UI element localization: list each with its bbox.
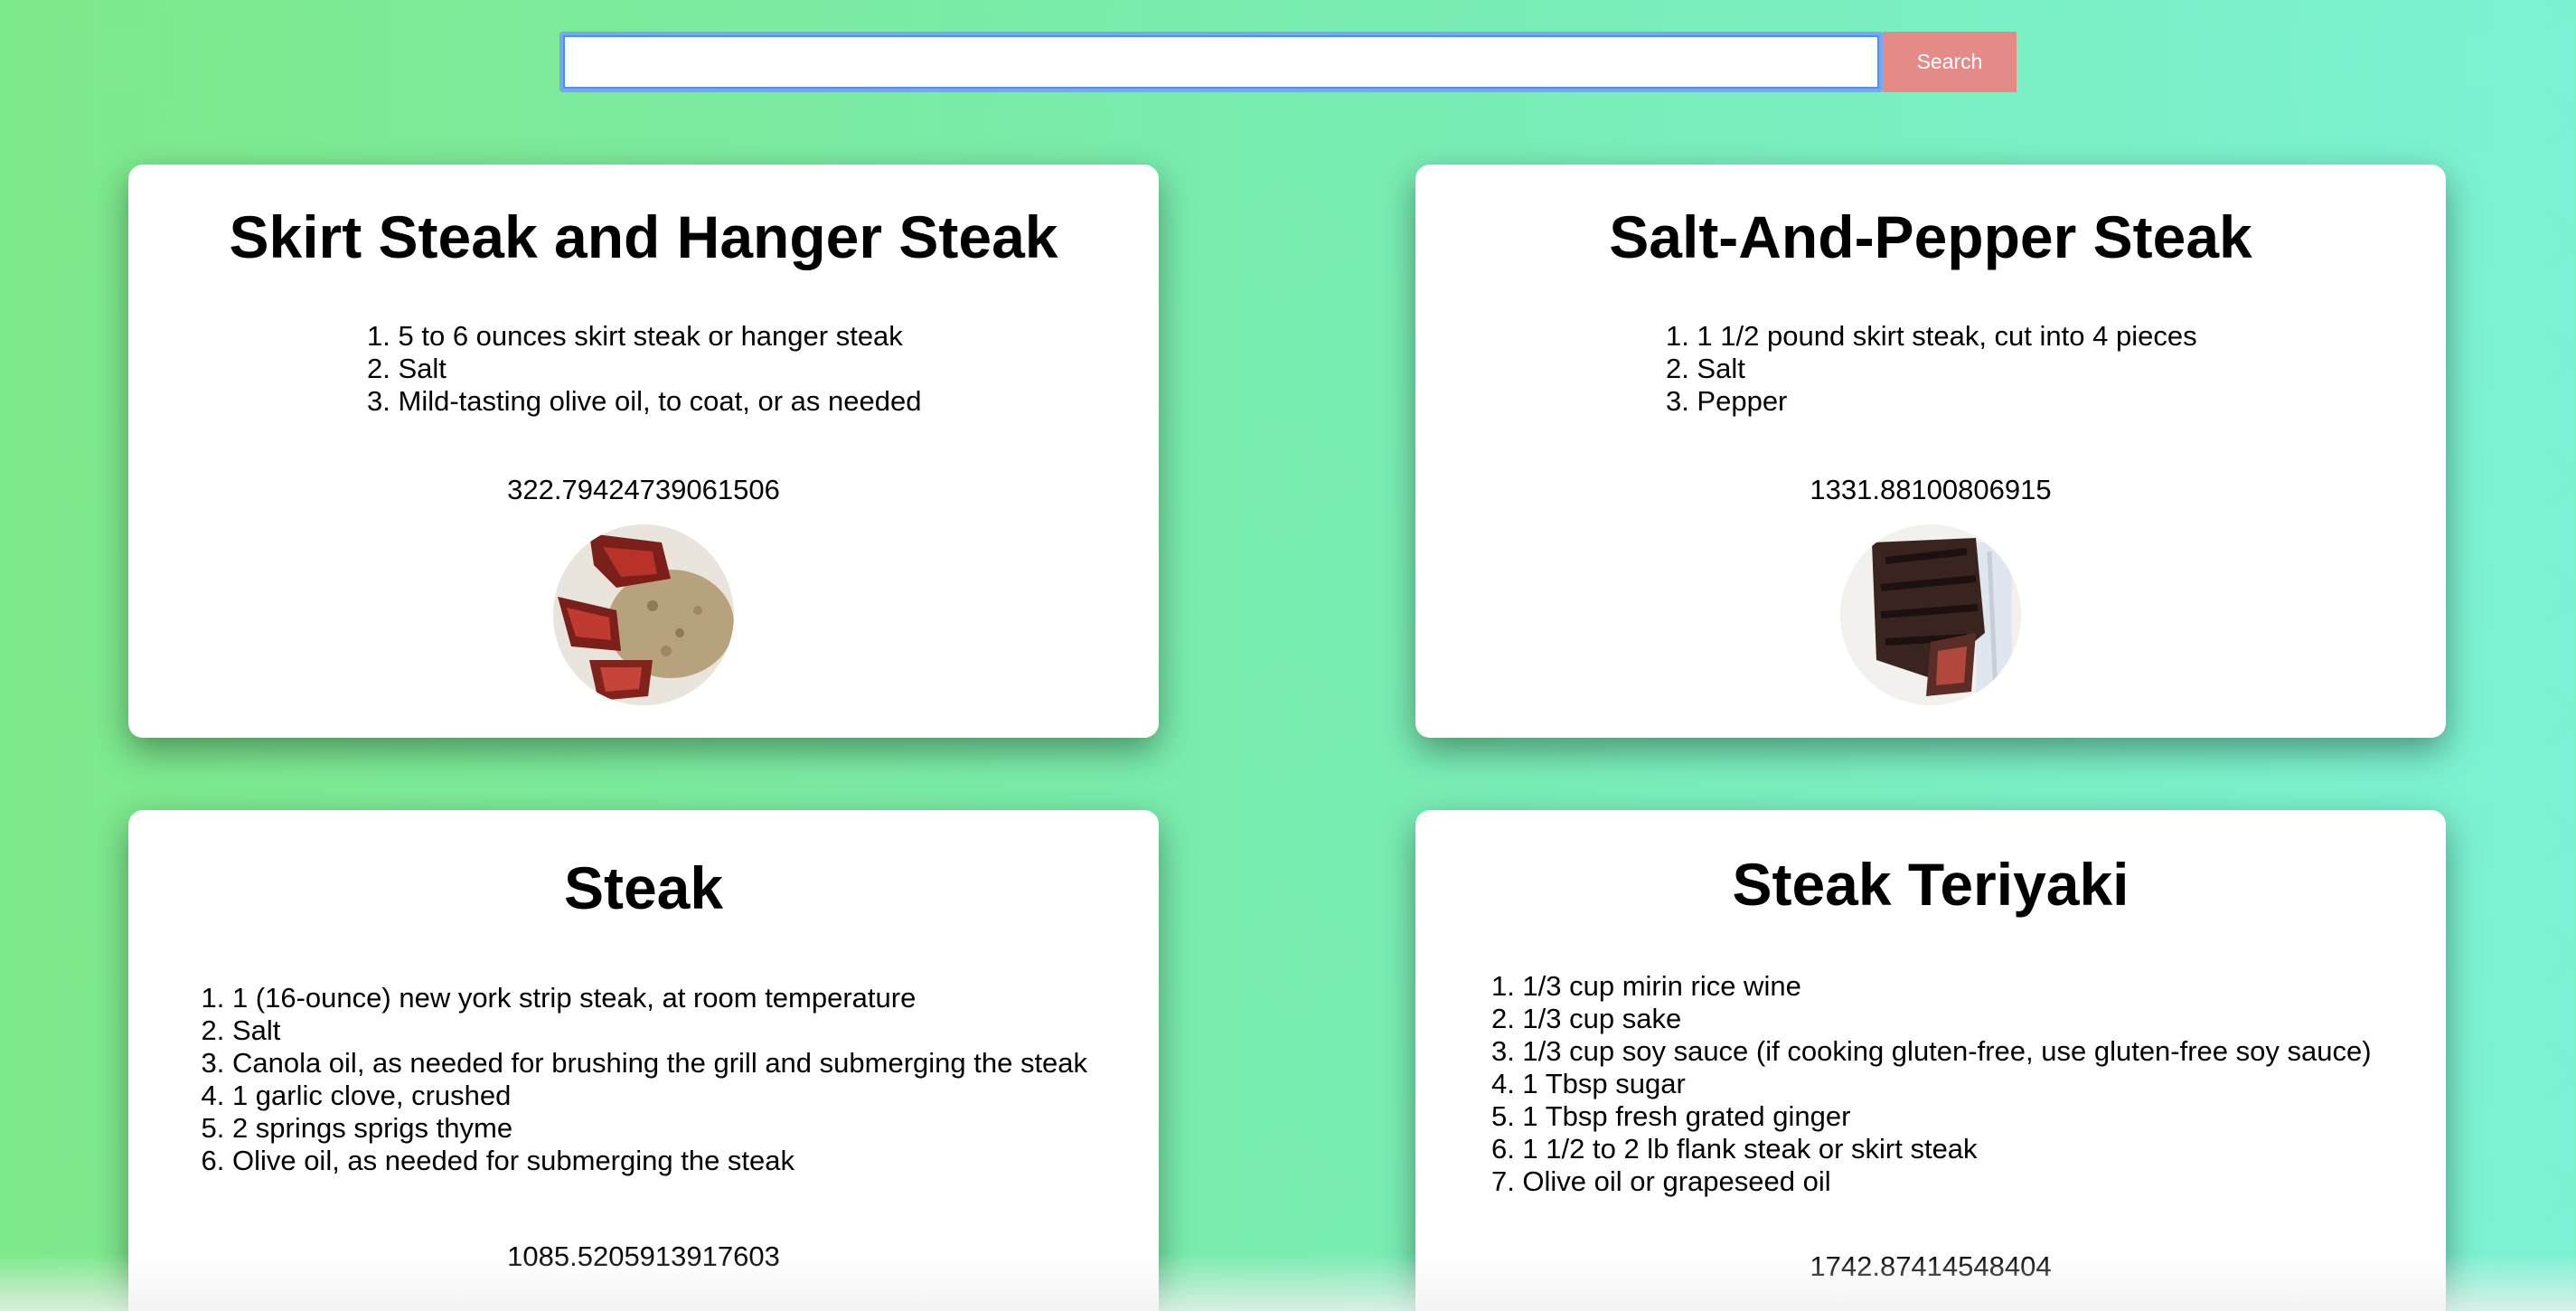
- ingredient-item: 1 1/2 to 2 lb flank steak or skirt steak: [1522, 1133, 2371, 1165]
- ingredient-item: Mild-tasting olive oil, to coat, or as n…: [399, 385, 922, 418]
- ingredient-list: 1 1/2 pound skirt steak, cut into 4 piec…: [1664, 320, 2196, 418]
- recipe-card: Steak 1 (16-ounce) new york strip steak,…: [128, 810, 1159, 1311]
- recipe-calories: 322.79424739061506: [507, 474, 780, 505]
- ingredient-item: 5 to 6 ounces skirt steak or hanger stea…: [399, 320, 922, 353]
- ingredient-list: 1/3 cup mirin rice wine 1/3 cup sake 1/3…: [1490, 970, 2371, 1198]
- recipe-title: Steak: [563, 854, 724, 921]
- ingredient-item: 2 springs sprigs thyme: [232, 1112, 1087, 1145]
- ingredient-item: 1/3 cup mirin rice wine: [1522, 970, 2371, 1003]
- recipe-calories: 1331.88100806915: [1810, 474, 2052, 505]
- ingredient-item: 1/3 cup soy sauce (if cooking gluten-fre…: [1522, 1035, 2371, 1068]
- recipe-title: Steak Teriyaki: [1732, 851, 2129, 918]
- ingredient-item: 1 Tbsp fresh grated ginger: [1522, 1100, 2371, 1133]
- ingredient-item: 1 1/2 pound skirt steak, cut into 4 piec…: [1697, 320, 2196, 353]
- recipe-card: Steak Teriyaki 1/3 cup mirin rice wine 1…: [1415, 810, 2446, 1311]
- search-form: Search: [559, 32, 2017, 92]
- ingredient-item: Salt: [399, 353, 922, 385]
- recipe-image: [553, 524, 734, 705]
- recipe-card: Skirt Steak and Hanger Steak 5 to 6 ounc…: [128, 165, 1159, 738]
- ingredient-list: 1 (16-ounce) new york strip steak, at ro…: [200, 982, 1087, 1177]
- ingredient-item: Canola oil, as needed for brushing the g…: [232, 1047, 1087, 1080]
- recipe-title: Skirt Steak and Hanger Steak: [229, 203, 1058, 270]
- ingredient-item: Salt: [1697, 353, 2196, 385]
- recipe-image: [1840, 524, 2021, 705]
- ingredient-item: 1 garlic clove, crushed: [232, 1080, 1087, 1112]
- ingredient-item: Pepper: [1697, 385, 2196, 418]
- ingredient-item: Salt: [232, 1014, 1087, 1047]
- ingredient-list: 5 to 6 ounces skirt steak or hanger stea…: [366, 320, 922, 418]
- ingredient-item: 1 (16-ounce) new york strip steak, at ro…: [232, 982, 1087, 1014]
- recipe-calories: 1742.87414548404: [1810, 1250, 2052, 1282]
- recipe-title: Salt-And-Pepper Steak: [1609, 203, 2252, 270]
- recipe-calories: 1085.5205913917603: [507, 1240, 780, 1272]
- search-input[interactable]: [559, 32, 1883, 92]
- search-button[interactable]: Search: [1883, 32, 2017, 92]
- ingredient-item: 1 Tbsp sugar: [1522, 1068, 2371, 1100]
- ingredient-item: 1/3 cup sake: [1522, 1003, 2371, 1035]
- recipe-card: Salt-And-Pepper Steak 1 1/2 pound skirt …: [1415, 165, 2446, 738]
- ingredient-item: Olive oil or grapeseed oil: [1522, 1165, 2371, 1198]
- ingredient-item: Olive oil, as needed for submerging the …: [232, 1145, 1087, 1177]
